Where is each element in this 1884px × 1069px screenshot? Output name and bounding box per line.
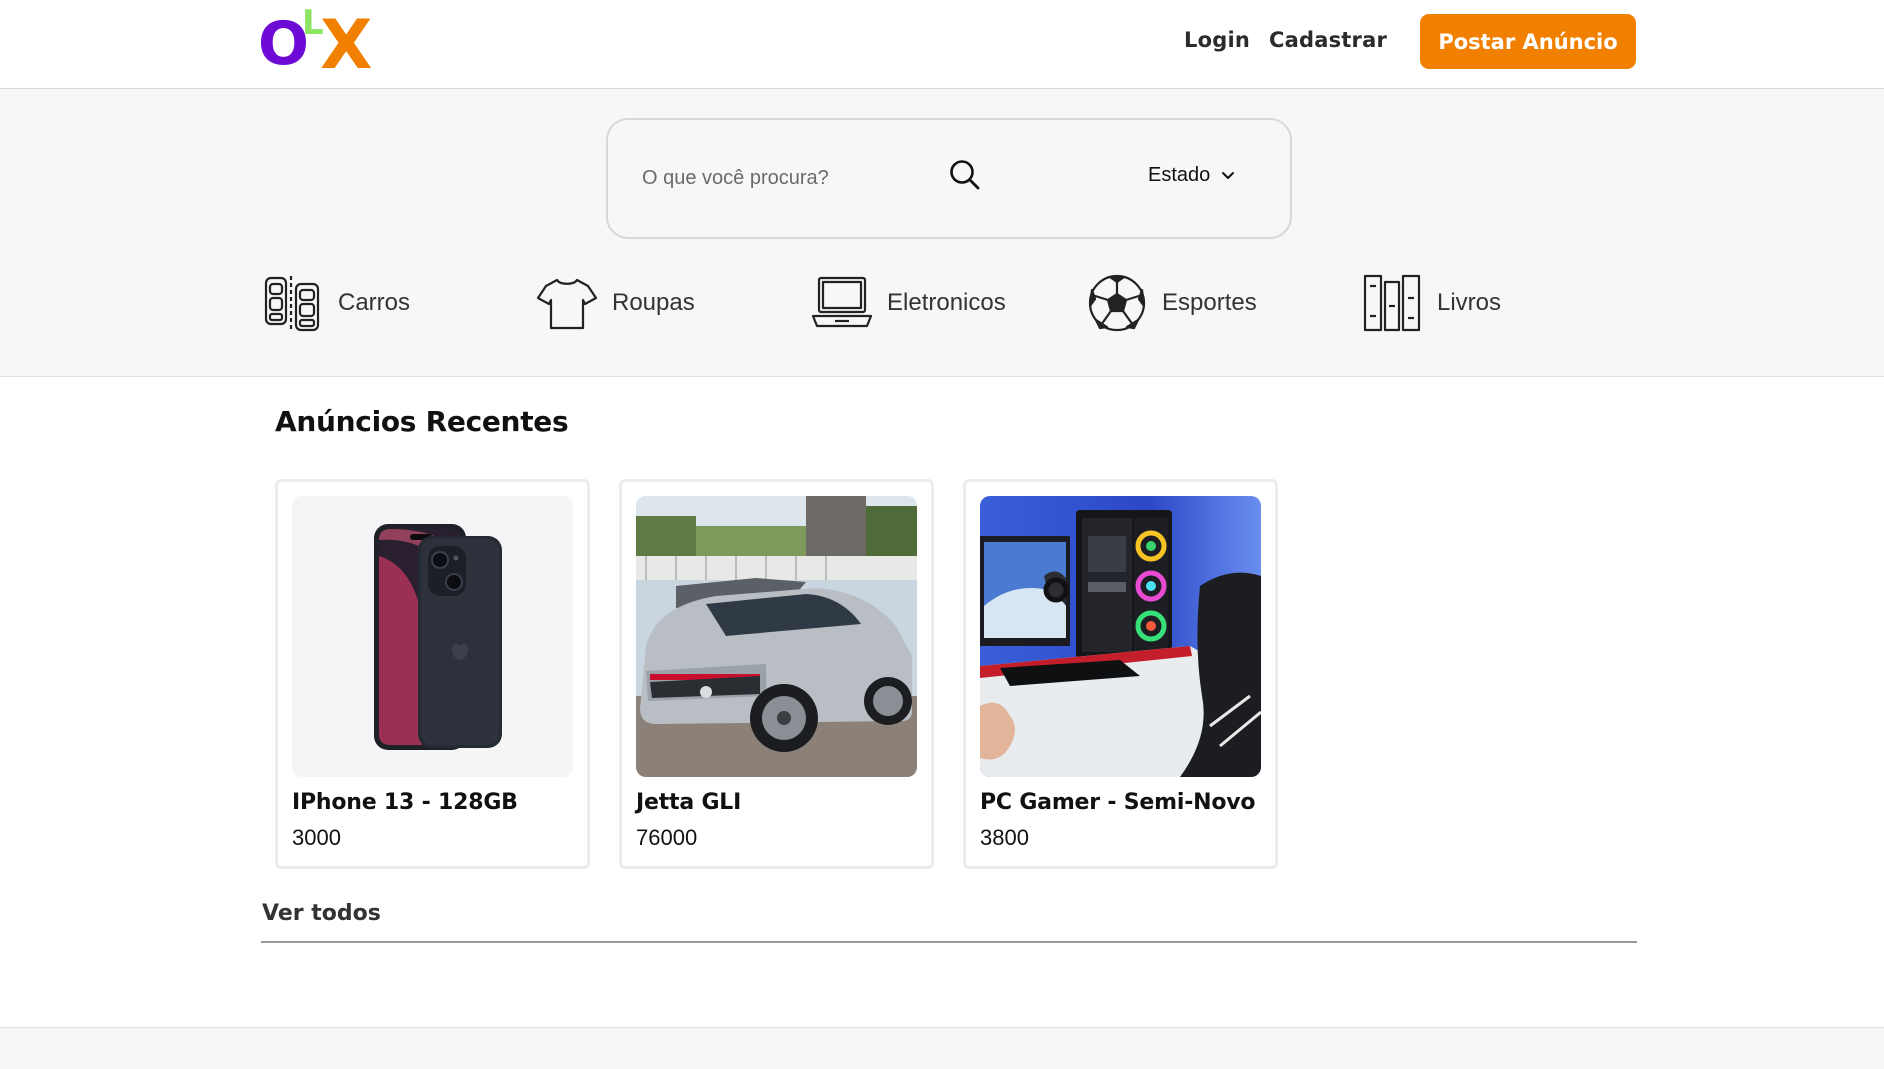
search-icon[interactable]	[948, 158, 982, 192]
state-select[interactable]: Estado	[1148, 164, 1236, 187]
category-livros[interactable]: Livros	[1361, 270, 1501, 336]
search-box: Estado	[606, 118, 1292, 239]
ad-card[interactable]: PC Gamer - Semi-Novo 3800	[963, 479, 1278, 869]
category-list: Carros Roupas Eletronicos Esportes Livro…	[262, 270, 1562, 340]
category-label: Carros	[338, 289, 411, 316]
ad-card[interactable]: IPhone 13 - 128GB 3000	[275, 479, 590, 869]
car-seats-icon	[264, 276, 320, 332]
category-label: Roupas	[612, 289, 695, 316]
login-link[interactable]: Login	[1184, 28, 1250, 52]
category-roupas[interactable]: Roupas	[536, 270, 695, 336]
ad-title[interactable]: PC Gamer - Semi-Novo	[980, 790, 1256, 815]
ad-image-jetta[interactable]	[636, 496, 917, 777]
tshirt-icon	[536, 278, 598, 330]
category-label: Eletronicos	[887, 289, 1006, 316]
chevron-down-icon	[1222, 171, 1235, 179]
category-label: Livros	[1437, 289, 1502, 316]
ad-title[interactable]: Jetta GLI	[636, 790, 741, 815]
hero-search-section: Estado Carros	[0, 90, 1884, 377]
signup-link[interactable]: Cadastrar	[1269, 28, 1387, 52]
books-icon	[1363, 274, 1421, 332]
recent-ads-section: Anúncios Recentes IPhone 13 - 128GB 3000	[0, 377, 1884, 1027]
category-label: Esportes	[1162, 289, 1257, 316]
category-esportes[interactable]: Esportes	[1086, 270, 1257, 336]
ad-price: 3000	[292, 825, 341, 850]
soccer-ball-icon	[1088, 274, 1146, 332]
ad-price: 76000	[636, 825, 698, 850]
see-all-link[interactable]: Ver todos	[262, 901, 381, 926]
category-eletronicos[interactable]: Eletronicos	[811, 270, 1006, 336]
olx-logo[interactable]: O L X	[258, 0, 380, 74]
logo-letter-x: X	[320, 6, 372, 74]
ad-title[interactable]: IPhone 13 - 128GB	[292, 790, 518, 815]
ad-card[interactable]: Jetta GLI 76000	[619, 479, 934, 869]
section-title: Anúncios Recentes	[275, 405, 569, 438]
ad-image-iphone[interactable]	[292, 496, 573, 777]
ad-price: 3800	[980, 825, 1029, 850]
post-ad-button[interactable]: Postar Anúncio	[1420, 14, 1636, 69]
ad-image-pc-gamer[interactable]	[980, 496, 1261, 777]
state-select-label: Estado	[1148, 164, 1211, 186]
category-carros[interactable]: Carros	[262, 270, 410, 336]
header: O L X Login Cadastrar Postar Anúncio	[0, 0, 1884, 89]
footer	[0, 1027, 1884, 1069]
search-input[interactable]	[642, 160, 902, 196]
divider	[261, 941, 1637, 943]
laptop-icon	[811, 276, 873, 328]
